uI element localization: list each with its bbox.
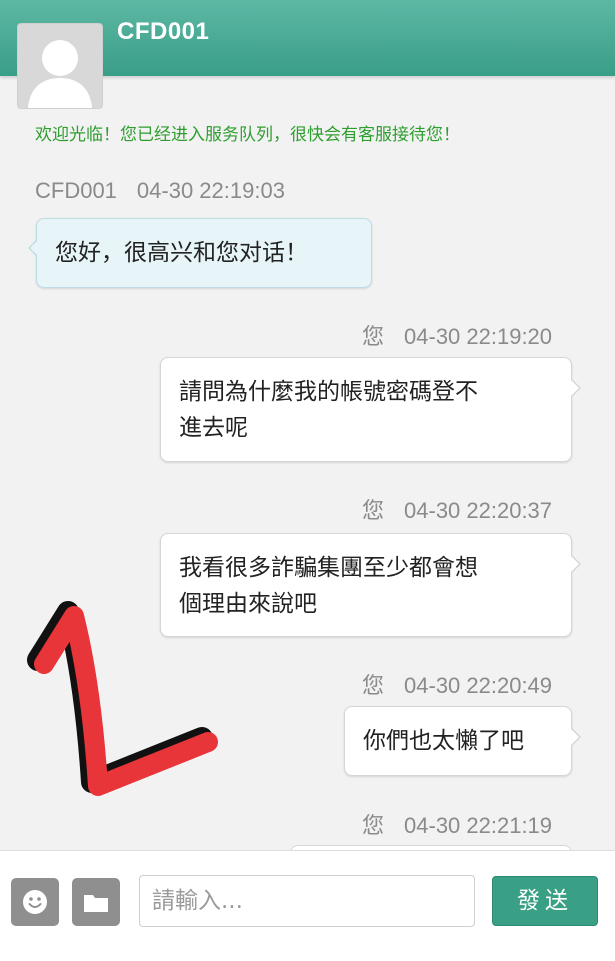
message-sender: CFD001 — [35, 178, 117, 203]
message-text: 請問為什麼我的帳號密碼登不 — [179, 379, 478, 405]
user-message-bubble: 你們也太懶了吧 — [344, 706, 581, 776]
welcome-notice: 欢迎光临！您已经进入服务队列，很快会有客服接待您！ — [35, 125, 460, 145]
agent-name: CFD001 — [117, 18, 210, 45]
message-meta: 您 04-30 22:21:19 — [362, 808, 552, 840]
agent-message-bubble: 您好，很高兴和您对话！ — [28, 218, 372, 288]
send-button[interactable]: 發送 — [492, 876, 598, 926]
message-sender: 您 — [362, 324, 385, 349]
smiley-icon — [23, 890, 47, 914]
message-meta: 您 04-30 22:19:20 — [362, 319, 552, 351]
avatar — [18, 24, 102, 108]
message-time: 04-30 22:20:37 — [404, 498, 553, 523]
emoji-button[interactable] — [11, 878, 59, 926]
message-text: 您好，很高兴和您对话！ — [55, 240, 308, 266]
message-time: 04-30 22:19:03 — [136, 178, 285, 203]
message-text: 進去呢 — [179, 415, 248, 441]
message-time: 04-30 22:21:19 — [404, 813, 553, 838]
message-meta: CFD001 04-30 22:19:03 — [35, 178, 285, 204]
message-text: 我看很多詐騙集團至少都會想 — [179, 555, 478, 581]
message-input[interactable] — [139, 875, 475, 927]
user-silhouette-icon — [18, 24, 102, 108]
message-text: 個理由來說吧 — [179, 591, 317, 617]
message-text: 你們也太懶了吧 — [363, 728, 524, 754]
message-meta: 您 04-30 22:20:37 — [362, 493, 552, 525]
message-time: 04-30 22:20:49 — [404, 673, 553, 698]
message-time: 04-30 22:19:20 — [404, 324, 553, 349]
folder-icon — [84, 895, 108, 912]
file-button[interactable] — [72, 878, 120, 926]
user-message-bubble: 我看很多詐騙集團至少都會想 個理由來說吧 — [160, 533, 581, 637]
user-message-bubble: 請問為什麼我的帳號密碼登不 進去呢 — [160, 357, 581, 462]
message-meta: 您 04-30 22:20:49 — [362, 668, 552, 700]
message-sender: 您 — [362, 673, 385, 698]
annotation-stroke — [34, 606, 218, 796]
message-sender: 您 — [362, 498, 385, 523]
message-sender: 您 — [362, 813, 385, 838]
